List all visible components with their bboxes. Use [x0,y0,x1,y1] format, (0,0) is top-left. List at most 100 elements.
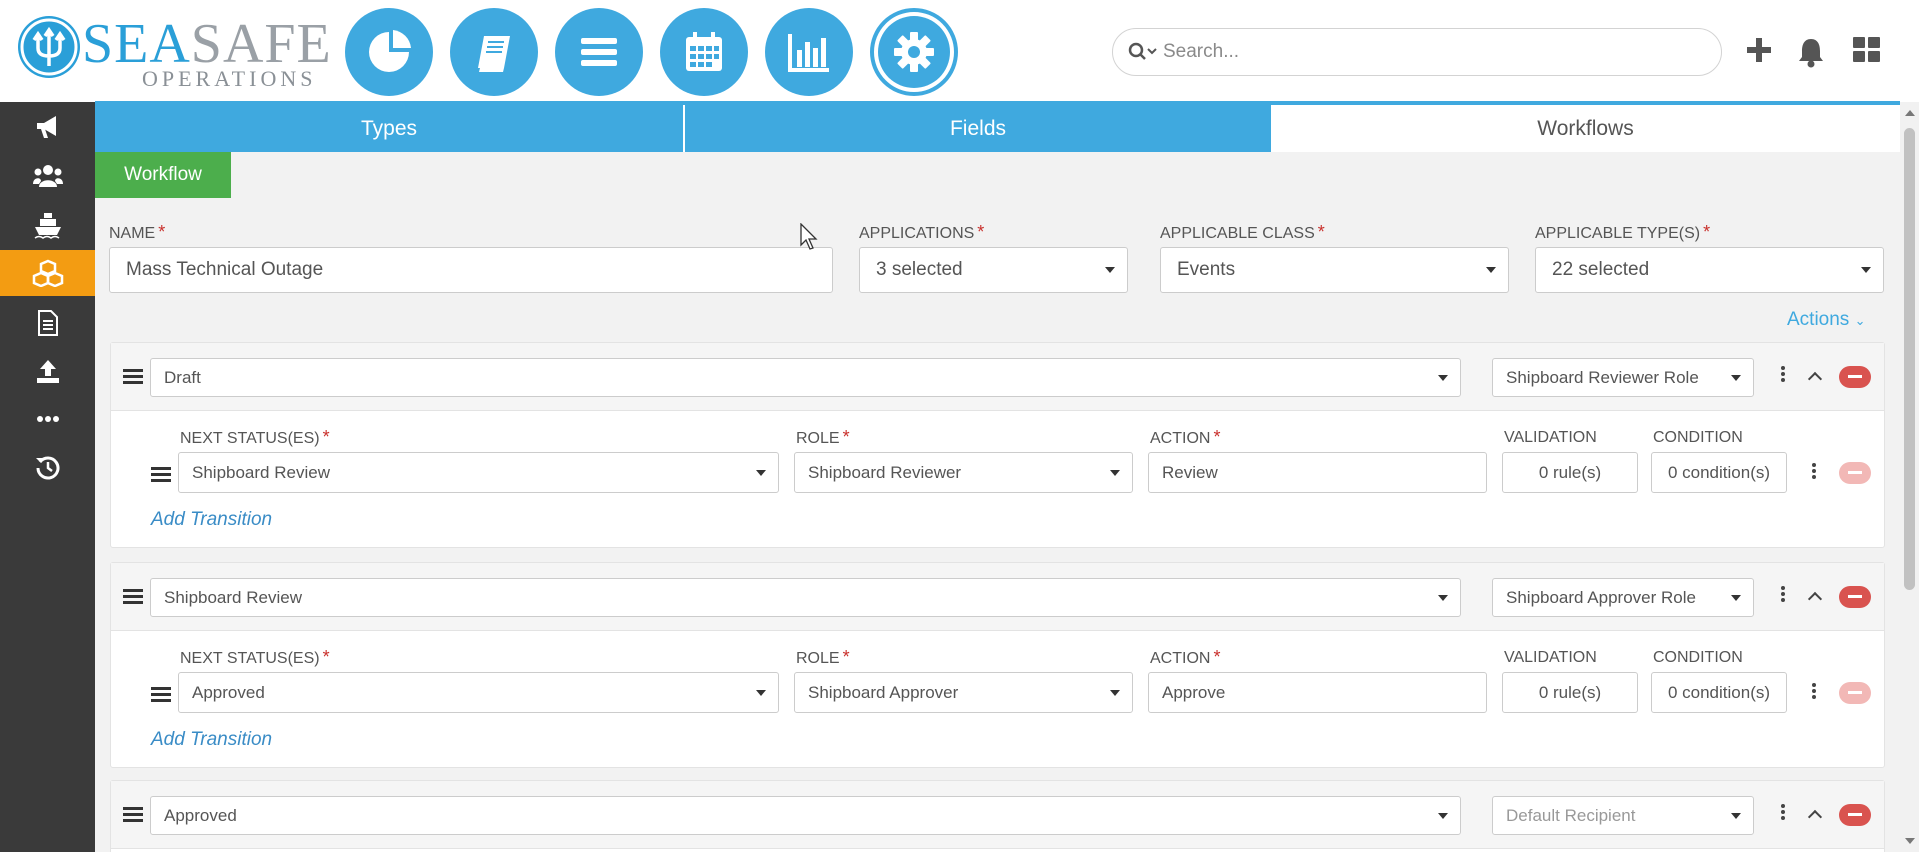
chevron-down-icon [1438,594,1448,601]
actions-dropdown[interactable]: Actions ⌄ [1787,309,1866,331]
plus-icon[interactable] [1745,36,1773,64]
mouse-cursor-icon [800,223,818,250]
more-options-icon[interactable] [1811,683,1817,703]
action-field[interactable]: Review [1148,452,1487,493]
collapse-icon[interactable] [1807,809,1823,825]
search-box[interactable] [1112,28,1722,76]
remove-transition-button[interactable] [1839,462,1871,484]
remove-status-button[interactable] [1839,366,1871,388]
condition-button[interactable]: 0 condition(s) [1651,452,1787,493]
nav-dashboard-button[interactable] [345,8,433,96]
applications-label: APPLICATIONS * [859,222,985,242]
condition-label: CONDITION [1653,429,1743,446]
applicable-class-label: APPLICABLE CLASS * [1160,222,1325,242]
sidebar-item-history[interactable] [0,444,95,490]
workflow-badge[interactable]: Workflow [95,152,231,198]
collapse-icon[interactable] [1807,371,1823,387]
brand-name: SEASAFE [82,13,332,75]
book-icon [478,36,510,72]
chevron-down-icon [1438,374,1448,381]
page-scrollbar[interactable] [1900,102,1919,852]
name-field[interactable]: Mass Technical Outage [109,247,833,293]
more-options-icon[interactable] [1780,366,1786,386]
condition-button[interactable]: 0 condition(s) [1651,672,1787,713]
calendar-icon [686,32,722,71]
bell-icon[interactable] [1796,36,1826,68]
gear-icon [894,32,934,72]
sidebar-item-upload[interactable] [0,348,95,394]
tab-fields[interactable]: Fields [685,105,1271,152]
sidebar-item-more[interactable] [0,396,95,442]
status-panel: Approved Default Recipient [110,780,1885,852]
scroll-up-icon[interactable] [1905,110,1915,116]
validation-button[interactable]: 0 rule(s) [1502,672,1638,713]
applicable-types-select[interactable]: 22 selected [1535,247,1884,293]
action-label: ACTION * [1150,647,1221,667]
next-status-select[interactable]: Shipboard Review [178,452,779,493]
validation-button[interactable]: 0 rule(s) [1502,452,1638,493]
sidebar-item-users[interactable] [0,153,95,199]
nav-settings-button[interactable] [870,8,958,96]
users-icon [32,165,63,187]
sidebar-item-documents[interactable] [0,300,95,346]
tab-bar: Types Fields Workflows [95,101,1900,152]
sidebar-item-announcements[interactable] [0,104,95,150]
drag-handle-icon[interactable] [151,687,171,703]
add-transition-link[interactable]: Add Transition [151,729,272,751]
chevron-down-icon [1110,689,1120,696]
drag-handle-icon[interactable] [123,589,143,605]
search-icon[interactable] [1127,41,1159,63]
nav-reports-button[interactable] [765,8,853,96]
drag-handle-icon[interactable] [123,369,143,385]
status-header: Shipboard Review Shipboard Approver Role [111,563,1884,631]
chevron-down-icon [1438,812,1448,819]
status-select[interactable]: Draft [150,358,1461,397]
status-select[interactable]: Shipboard Review [150,578,1461,617]
transition-role-select[interactable]: Shipboard Reviewer [794,452,1133,493]
more-options-icon[interactable] [1780,586,1786,606]
status-panel: Draft Shipboard Reviewer Role NEXT STATU… [110,342,1885,548]
nav-logbook-button[interactable] [450,8,538,96]
grid-icon[interactable] [1852,36,1882,64]
chevron-down-icon [1486,267,1496,273]
main-content: Workflow NAME * APPLICATIONS * APPLICABLE … [95,152,1900,852]
transition-role-select[interactable]: Shipboard Approver [794,672,1133,713]
condition-label: CONDITION [1653,649,1743,666]
remove-transition-button[interactable] [1839,682,1871,704]
tab-types[interactable]: Types [95,105,683,152]
collapse-icon[interactable] [1807,591,1823,607]
action-field[interactable]: Approve [1148,672,1487,713]
applicable-class-select[interactable]: Events [1160,247,1509,293]
search-input[interactable] [1163,37,1703,67]
bar-chart-icon [788,34,829,72]
sidebar-item-configuration[interactable] [0,250,95,296]
remove-status-button[interactable] [1839,804,1871,826]
nav-calendar-button[interactable] [660,8,748,96]
scroll-down-icon[interactable] [1905,838,1915,844]
drag-handle-icon[interactable] [123,807,143,823]
upload-icon [36,360,59,383]
name-label: NAME * [109,222,166,242]
applications-select[interactable]: 3 selected [859,247,1128,293]
chevron-down-icon [1110,469,1120,476]
remove-status-button[interactable] [1839,586,1871,608]
chevron-down-icon [1861,267,1871,273]
more-options-icon[interactable] [1811,463,1817,483]
next-status-select[interactable]: Approved [178,672,779,713]
status-role-select[interactable]: Default Recipient [1492,796,1754,835]
sidebar-item-vessels[interactable] [0,202,95,248]
scrollbar-thumb[interactable] [1904,128,1915,590]
status-select[interactable]: Approved [150,796,1461,835]
tab-workflows[interactable]: Workflows [1271,105,1900,152]
more-options-icon[interactable] [1780,804,1786,824]
drag-handle-icon[interactable] [151,467,171,483]
seasafe-logo[interactable]: SEASAFE OPERATIONS [18,10,331,91]
status-header: Draft Shipboard Reviewer Role [111,343,1884,411]
status-role-select[interactable]: Shipboard Reviewer Role [1492,358,1754,397]
applicable-types-label: APPLICABLE TYPE(S) * [1535,222,1711,242]
add-transition-link[interactable]: Add Transition [151,509,272,531]
history-icon [35,456,59,480]
next-status-label: NEXT STATUS(ES) * [180,427,330,447]
nav-list-button[interactable] [555,8,643,96]
status-role-select[interactable]: Shipboard Approver Role [1492,578,1754,617]
